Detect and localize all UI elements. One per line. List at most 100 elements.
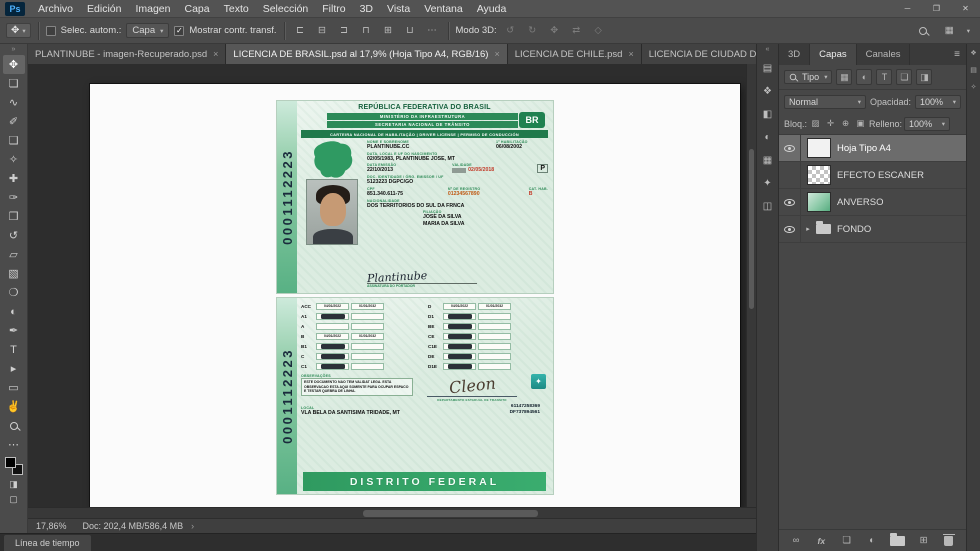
spot-healing-brush-tool[interactable]: ✚ xyxy=(3,169,25,188)
filter-smart-object-icon[interactable]: ◨ xyxy=(916,69,933,85)
menu-ventana[interactable]: Ventana xyxy=(417,0,470,18)
rectangular-marquee-tool[interactable]: ❏ xyxy=(3,74,25,93)
layer-row-anverso[interactable]: ANVERSO xyxy=(779,189,966,216)
lock-all-icon[interactable]: ▣ xyxy=(854,117,867,131)
tab-licencia-chile[interactable]: LICENCIA DE CHILE.psd × xyxy=(507,44,642,64)
align-left-icon[interactable]: ⊏ xyxy=(292,22,309,39)
visibility-cell[interactable] xyxy=(779,216,801,242)
layer-thumbnail[interactable] xyxy=(807,192,831,212)
color-panel-icon[interactable]: ◧ xyxy=(760,106,776,122)
tab-plantinube[interactable]: PLANTINUBE - imagen-Recuperado.psd × xyxy=(28,44,227,64)
zoom-level-field[interactable]: 17,86% xyxy=(36,521,67,531)
layer-name[interactable]: Hoja Tipo A4 xyxy=(837,143,891,154)
zoom-tool[interactable] xyxy=(3,416,25,435)
visibility-cell[interactable] xyxy=(779,189,801,215)
auto-select-checkbox[interactable] xyxy=(45,25,56,36)
adjustments-panel-icon[interactable]: ◐ xyxy=(760,129,776,145)
screen-mode-button[interactable]: ▢ xyxy=(3,492,25,507)
menu-vista[interactable]: Vista xyxy=(380,0,417,18)
menu-capa[interactable]: Capa xyxy=(178,0,217,18)
vertical-scroll-thumb[interactable] xyxy=(749,149,754,309)
edge-panel-icon-1[interactable]: ❖ xyxy=(970,49,976,57)
menu-texto[interactable]: Texto xyxy=(217,0,256,18)
clone-stamp-tool[interactable]: ❒ xyxy=(3,207,25,226)
hand-tool[interactable]: ✌ xyxy=(3,397,25,416)
swatches-panel-icon[interactable]: ▦ xyxy=(760,152,776,168)
lock-transparency-icon[interactable]: ▨ xyxy=(809,117,822,131)
menu-edicion[interactable]: Edición xyxy=(80,0,128,18)
status-options-arrow[interactable]: › xyxy=(191,521,194,531)
caret-down-icon[interactable]: ▾ xyxy=(967,27,970,35)
adjustment-layer-icon[interactable]: ◐ xyxy=(865,534,879,548)
lasso-tool[interactable]: ∿ xyxy=(3,93,25,112)
pen-tool[interactable]: ✒ xyxy=(3,321,25,340)
properties-panel-icon[interactable]: ❖ xyxy=(760,83,776,99)
gradient-tool[interactable]: ▧ xyxy=(3,264,25,283)
3d-roll-icon[interactable]: ↻ xyxy=(524,22,541,39)
filter-shape-icon[interactable]: ❏ xyxy=(896,69,913,85)
history-brush-tool[interactable]: ↺ xyxy=(3,226,25,245)
opacity-dropdown[interactable]: 100% ▾ xyxy=(915,94,961,109)
foreground-color-swatch[interactable] xyxy=(4,457,16,468)
eye-icon[interactable] xyxy=(784,198,795,206)
close-icon[interactable]: × xyxy=(628,49,633,59)
tab-licencia-brasil[interactable]: LICENCIA DE BRASIL.psd al 17,9% (Hoja Ti… xyxy=(226,44,508,64)
fill-dropdown[interactable]: 100% ▾ xyxy=(904,116,951,131)
layer-style-icon[interactable]: fx xyxy=(814,534,828,548)
path-selection-tool[interactable]: ▸ xyxy=(3,359,25,378)
menu-filtro[interactable]: Filtro xyxy=(315,0,352,18)
blur-tool[interactable]: ❍ xyxy=(3,283,25,302)
align-top-icon[interactable]: ⊓ xyxy=(358,22,375,39)
layer-thumbnail[interactable] xyxy=(807,165,831,185)
blend-mode-dropdown[interactable]: Normal ▾ xyxy=(784,94,866,109)
layer-row-hoja-tipo-a4[interactable]: Hoja Tipo A4 xyxy=(779,135,966,162)
menu-ayuda[interactable]: Ayuda xyxy=(470,0,514,18)
new-layer-icon[interactable]: ⊞ xyxy=(917,534,931,548)
visibility-cell[interactable] xyxy=(779,162,801,188)
restore-button[interactable]: ❐ xyxy=(922,0,951,17)
panel-menu-icon[interactable]: ≡ xyxy=(948,44,966,65)
3d-slide-icon[interactable]: ⇄ xyxy=(568,22,585,39)
lock-position-icon[interactable]: ⊕ xyxy=(839,117,852,131)
tab-3d[interactable]: 3D xyxy=(779,44,811,65)
3d-scale-icon[interactable]: ◇ xyxy=(590,22,607,39)
tab-licencia-mexico[interactable]: LICENCIA DE CIUDAD DE MEXICO xyxy=(641,44,756,64)
edge-panel-icon-2[interactable]: ▤ xyxy=(970,66,977,74)
lock-pixels-icon[interactable]: ✛ xyxy=(824,117,837,131)
quick-mask-button[interactable]: ◨ xyxy=(3,477,25,492)
menu-archivo[interactable]: Archivo xyxy=(31,0,80,18)
type-tool[interactable]: T xyxy=(3,340,25,359)
new-group-icon[interactable] xyxy=(890,532,906,548)
more-options-icon[interactable]: ⋯ xyxy=(424,22,441,39)
3d-pan-icon[interactable]: ✥ xyxy=(546,22,563,39)
toolbar-collapse-icon[interactable]: » xyxy=(12,45,16,55)
close-icon[interactable]: × xyxy=(213,49,218,59)
history-panel-icon[interactable]: ▤ xyxy=(760,60,776,76)
menu-seleccion[interactable]: Selección xyxy=(256,0,316,18)
menu-3d[interactable]: 3D xyxy=(353,0,380,18)
search-icon[interactable] xyxy=(915,22,932,39)
visibility-cell[interactable] xyxy=(779,135,801,161)
layer-row-efecto-escaner[interactable]: EFECTO ESCANER xyxy=(779,162,966,189)
align-center-v-icon[interactable]: ⊞ xyxy=(380,22,397,39)
expand-group-icon[interactable]: ▸ xyxy=(803,225,813,233)
layer-mask-icon[interactable]: ❏ xyxy=(840,534,854,548)
active-tool-indicator[interactable]: ✥ ▾ xyxy=(6,23,31,38)
link-layers-icon[interactable]: ∞ xyxy=(789,534,803,548)
dock-collapse-icon[interactable]: « xyxy=(766,46,770,53)
eyedropper-tool[interactable]: ✧ xyxy=(3,150,25,169)
vertical-scrollbar[interactable] xyxy=(746,64,756,507)
filter-pixel-icon[interactable]: ▦ xyxy=(836,69,853,85)
filter-type-icon[interactable]: T xyxy=(876,69,893,85)
move-tool[interactable]: ✥ xyxy=(2,55,25,74)
align-center-h-icon[interactable]: ⊟ xyxy=(314,22,331,39)
horizontal-scrollbar[interactable] xyxy=(28,507,756,518)
layer-filter-dropdown[interactable]: Tipo ▾ xyxy=(784,70,833,84)
eye-icon[interactable] xyxy=(784,144,795,152)
rectangle-tool[interactable]: ▭ xyxy=(3,378,25,397)
layer-row-fondo[interactable]: ▸ FONDO xyxy=(779,216,966,243)
align-bottom-icon[interactable]: ⊔ xyxy=(402,22,419,39)
styles-panel-icon[interactable]: ✦ xyxy=(760,175,776,191)
close-icon[interactable]: × xyxy=(494,49,499,59)
canvas-area[interactable]: 0001112223 REPÚBLICA FEDERATIVA DO BRASI… xyxy=(28,64,756,507)
